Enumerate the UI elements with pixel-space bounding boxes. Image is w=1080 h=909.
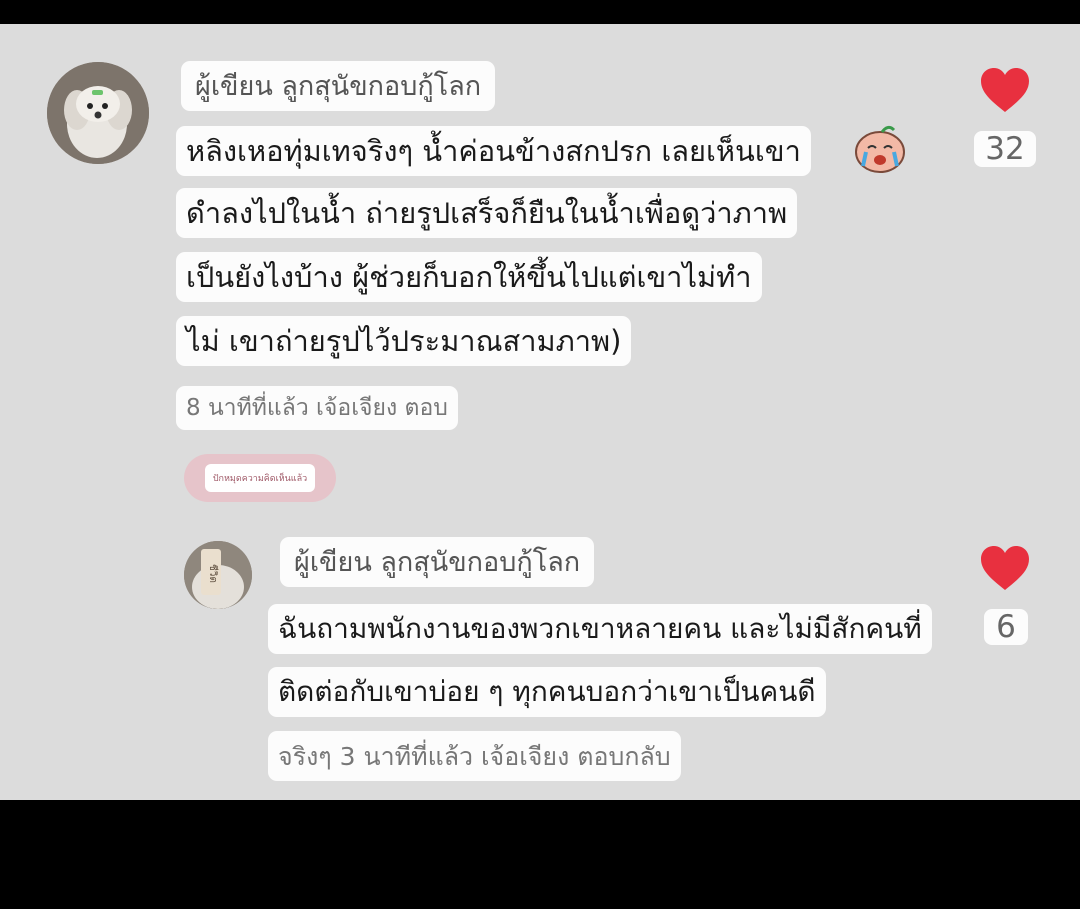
like-heart-icon[interactable] <box>980 68 1030 114</box>
reply-text-line-2: ติดต่อกับเขาบ่อย ๆ ทุกคนบอกว่าเขาเป็นคนด… <box>268 667 826 717</box>
comment-text-line-3: เป็นยังไงบ้าง ผู้ช่วยก็บอกให้ขึ้นไปแต่เข… <box>176 252 762 302</box>
comment-text-line-4: ไม่ เขาถ่ายรูปไว้ประมาณสามภาพ) <box>176 316 632 366</box>
like-count: 32 <box>974 131 1036 167</box>
comment-text-line-2: ดำลงไปในน้ำ ถ่ายรูปเสร็จก็ยืนในน้ำเพื่อด… <box>176 188 798 238</box>
reply-like-count: 6 <box>984 609 1028 645</box>
reply-text-line-1: ฉันถามพนักงานของพวกเขาหลายคน และไม่มีสัก… <box>268 604 932 654</box>
reply-author[interactable]: ผู้เขียน ลูกสุนัขกอบกู้โลก <box>280 537 595 587</box>
reply-like-heart-icon[interactable] <box>980 546 1030 592</box>
comment-text-line-1: หลิงเหอทุ่มเทจริงๆ น้ำค่อนข้างสกปรก เลยเ… <box>176 126 811 176</box>
reply-avatar-label: ชีวิต <box>207 563 218 583</box>
reply-meta[interactable]: จริงๆ 3 นาทีที่แล้ว เจ้อเจียง ตอบกลับ <box>268 731 681 781</box>
crying-face-sticker-icon <box>852 122 908 174</box>
dog-avatar-icon <box>47 62 149 164</box>
commenter-avatar[interactable] <box>47 62 149 164</box>
comment-author[interactable]: ผู้เขียน ลูกสุนัขกอบกู้โลก <box>181 61 496 111</box>
pinned-comment-tag[interactable]: ปักหมุดความคิดเห็นแล้ว <box>184 454 336 502</box>
comment-meta[interactable]: 8 นาทีที่แล้ว เจ้อเจียง ตอบ <box>176 386 458 430</box>
pinned-tag-label: ปักหมุดความคิดเห็นแล้ว <box>204 464 316 492</box>
